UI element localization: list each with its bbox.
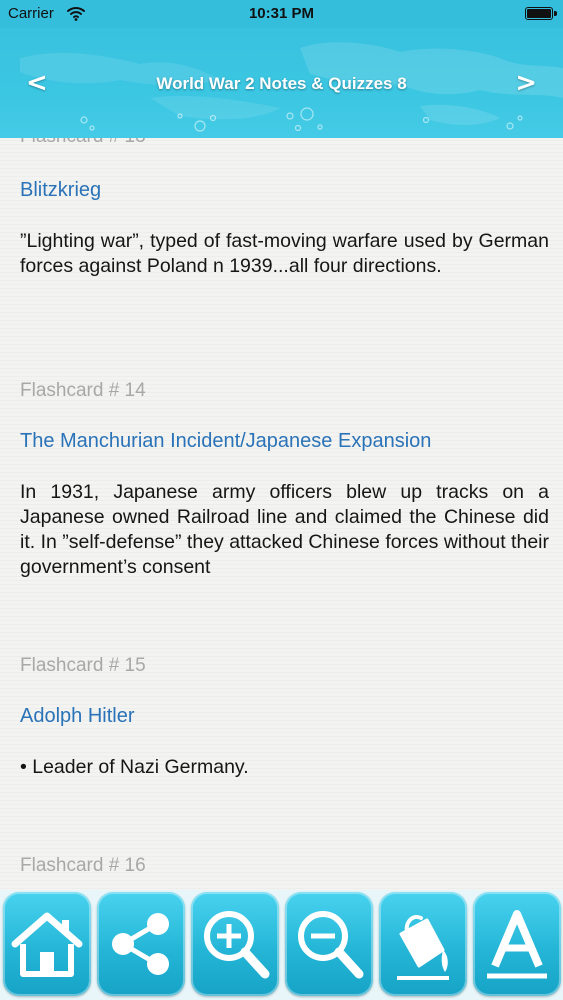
zoom-in-icon: [204, 911, 270, 979]
forward-button[interactable]: >: [515, 68, 537, 98]
flashcard-body: In 1931, Japanese army officers blew up …: [20, 481, 549, 578]
share-button[interactable]: [97, 892, 185, 996]
home-icon: [11, 912, 83, 977]
flashcard-header: Flashcard # 14: [20, 380, 146, 401]
status-bar: Carrier 10:31 PM: [0, 0, 563, 28]
flashcard-header: Flashcard # 16: [20, 855, 146, 876]
font-icon: [487, 910, 547, 979]
flashcard-title: The Manchurian Incident/Japanese Expansi…: [20, 430, 432, 452]
page-title: World War 2 Notes & Quizzes 8: [156, 74, 407, 93]
zoom-in-button[interactable]: [191, 892, 279, 996]
flashcard-header: Flashcard # 13: [20, 138, 146, 148]
paint-bucket-icon: [397, 915, 449, 980]
flashcard-body: • Leader of Nazi Germany.: [20, 756, 249, 778]
flashcard-title: Blitzkrieg: [20, 179, 102, 201]
flashcard-title: Adolph Hitler: [20, 705, 135, 727]
font-size-button[interactable]: [473, 892, 561, 996]
flashcard-body: ”Lighting war”, typed of fast-moving war…: [20, 230, 549, 277]
nav-bar: < World War 2 Notes & Quizzes 8 >: [0, 28, 563, 138]
zoom-out-button[interactable]: [285, 892, 373, 996]
bottom-toolbar: [0, 890, 563, 1000]
flashcard-header: Flashcard # 15: [20, 655, 146, 676]
battery-icon: [525, 7, 557, 20]
zoom-out-icon: [298, 911, 364, 979]
home-button[interactable]: [3, 892, 91, 996]
background-color-button[interactable]: [379, 892, 467, 996]
flashcard-list[interactable]: Flashcard # 13 Blitzkrieg ”Lighting war”…: [0, 138, 563, 890]
share-icon: [112, 913, 169, 975]
clock: 10:31 PM: [248, 5, 315, 22]
